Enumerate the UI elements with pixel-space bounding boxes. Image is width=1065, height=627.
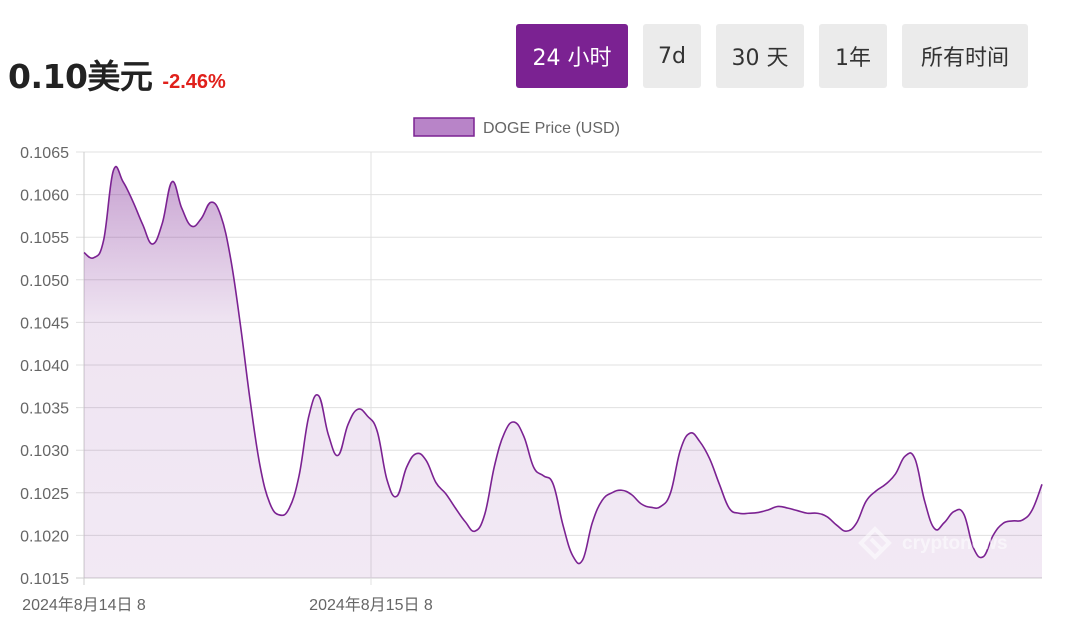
y-tick-label: 0.1040 — [20, 358, 69, 375]
y-tick-label: 0.1025 — [20, 486, 69, 503]
price-chart: DOGE Price (USD) 0.1065 0.1060 0.1055 0.105… — [20, 117, 1043, 614]
y-tick-label: 0.1060 — [20, 188, 69, 205]
y-tick-label: 0.1065 — [20, 145, 69, 162]
watermark-text: cryptonews — [902, 533, 1008, 554]
x-tick-label: 2024年8月14日 8 — [22, 596, 146, 614]
y-tick-label: 0.1050 — [20, 273, 69, 290]
legend-swatch — [413, 117, 475, 137]
y-axis-ticks: 0.1065 0.1060 0.1055 0.1050 0.1045 0.1040 0.10… — [20, 145, 69, 588]
y-tick-label: 0.1045 — [20, 315, 69, 332]
y-tick-label: 0.1030 — [20, 443, 69, 460]
price-area-fill — [84, 166, 1042, 578]
y-tick-label: 0.1015 — [20, 571, 69, 588]
y-tick-label: 0.1055 — [20, 230, 69, 247]
x-tick-label: 2024年8月15日 8 — [309, 596, 433, 614]
legend[interactable]: DOGE Price (USD) — [413, 117, 620, 137]
x-axis-ticks: 2024年8月14日 8 2024年8月15日 8 — [22, 596, 433, 614]
y-tick-label: 0.1035 — [20, 401, 69, 418]
legend-label: DOGE Price (USD) — [483, 120, 620, 137]
y-tick-label: 0.1020 — [20, 528, 69, 545]
